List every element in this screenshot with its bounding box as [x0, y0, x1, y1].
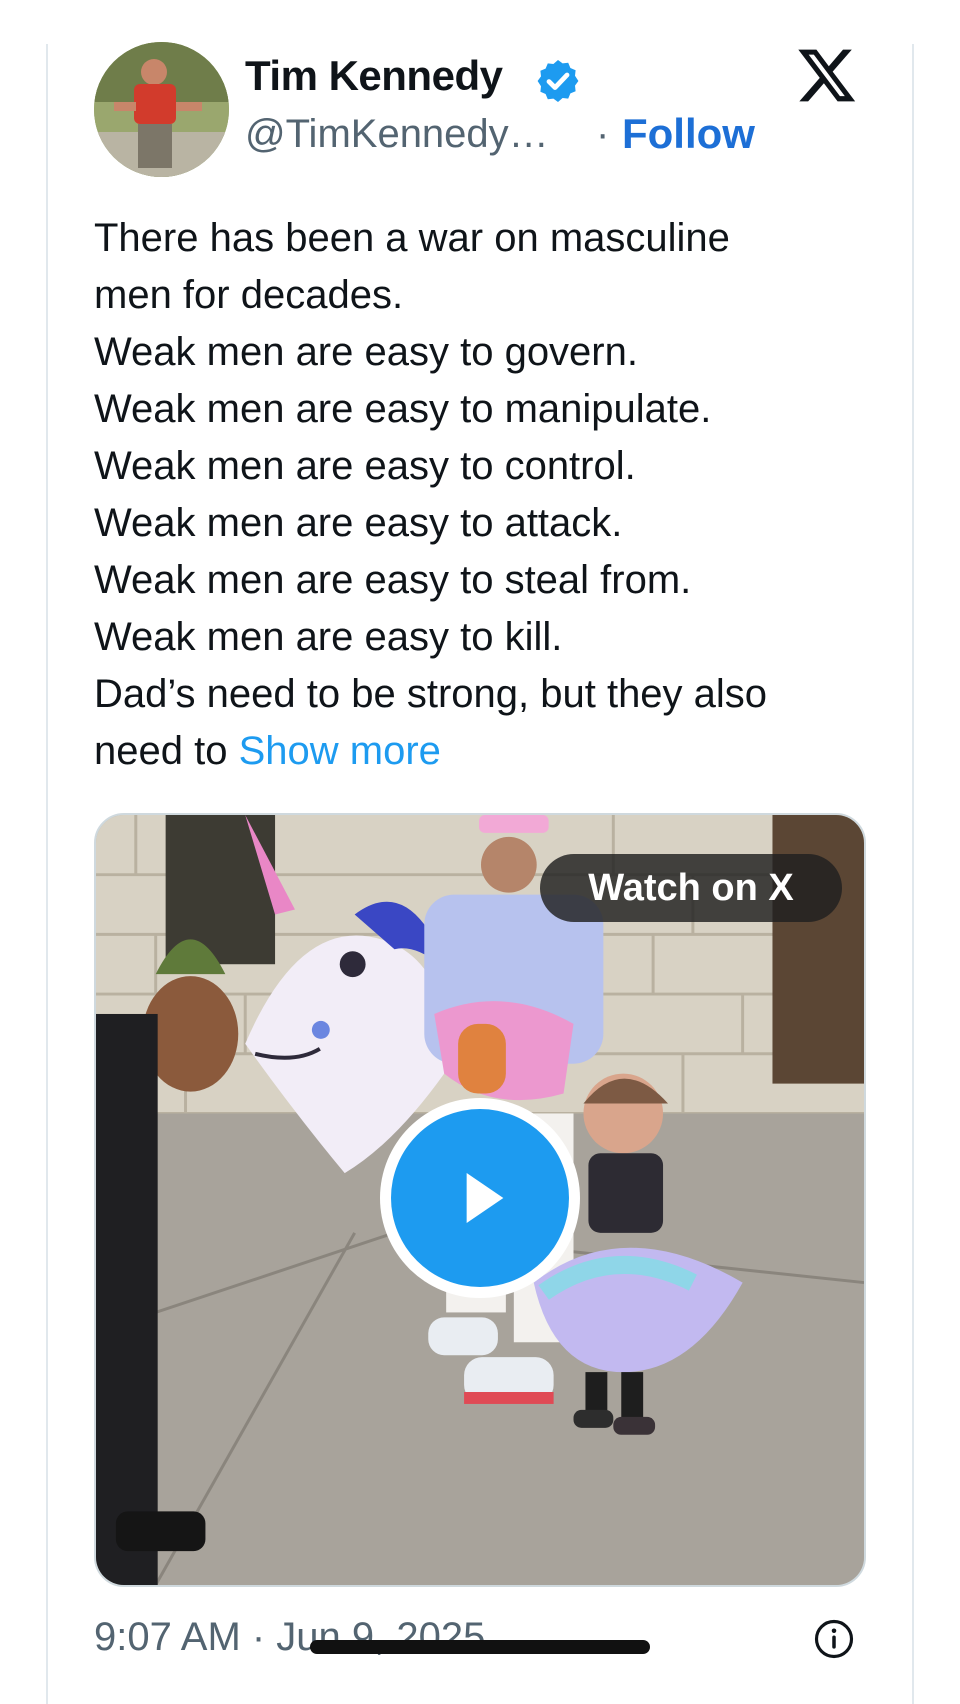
play-button-inner	[391, 1109, 569, 1287]
x-logo-icon[interactable]	[795, 44, 859, 106]
tweet-line-prefix: need to	[94, 729, 239, 773]
tweet-text: There has been a war on masculine men fo…	[94, 210, 894, 780]
tweet-line: Dad’s need to be strong, but they also	[94, 672, 768, 716]
handle-separator: ·	[596, 112, 610, 156]
play-button[interactable]	[380, 1098, 580, 1298]
author-handle[interactable]: @TimKennedy…	[245, 112, 549, 157]
author-avatar[interactable]	[94, 42, 229, 177]
play-icon	[466, 1173, 504, 1223]
tweet-line: There has been a war on masculine	[94, 216, 730, 260]
tweet-line: Weak men are easy to kill.	[94, 615, 563, 659]
watch-on-x-button[interactable]: Watch on X	[540, 854, 842, 922]
tweet-line: men for decades.	[94, 273, 404, 317]
tweet-line: Weak men are easy to steal from.	[94, 558, 692, 602]
verified-badge-icon	[537, 60, 579, 102]
tweet-line: Weak men are easy to attack.	[94, 501, 623, 545]
follow-button[interactable]: Follow	[622, 110, 755, 158]
tweet-line: Weak men are easy to manipulate.	[94, 387, 712, 431]
tweet-last-line: need to Show more	[94, 723, 894, 780]
video-thumbnail[interactable]: Watch on X	[94, 813, 866, 1587]
tweet-line: Weak men are easy to control.	[94, 444, 636, 488]
show-more-link[interactable]: Show more	[239, 729, 441, 773]
info-icon[interactable]	[813, 1618, 855, 1660]
author-name[interactable]: Tim Kennedy	[245, 52, 503, 100]
tweet-line: Weak men are easy to govern.	[94, 330, 638, 374]
home-indicator[interactable]	[310, 1640, 650, 1654]
avatar-photo	[94, 42, 229, 177]
